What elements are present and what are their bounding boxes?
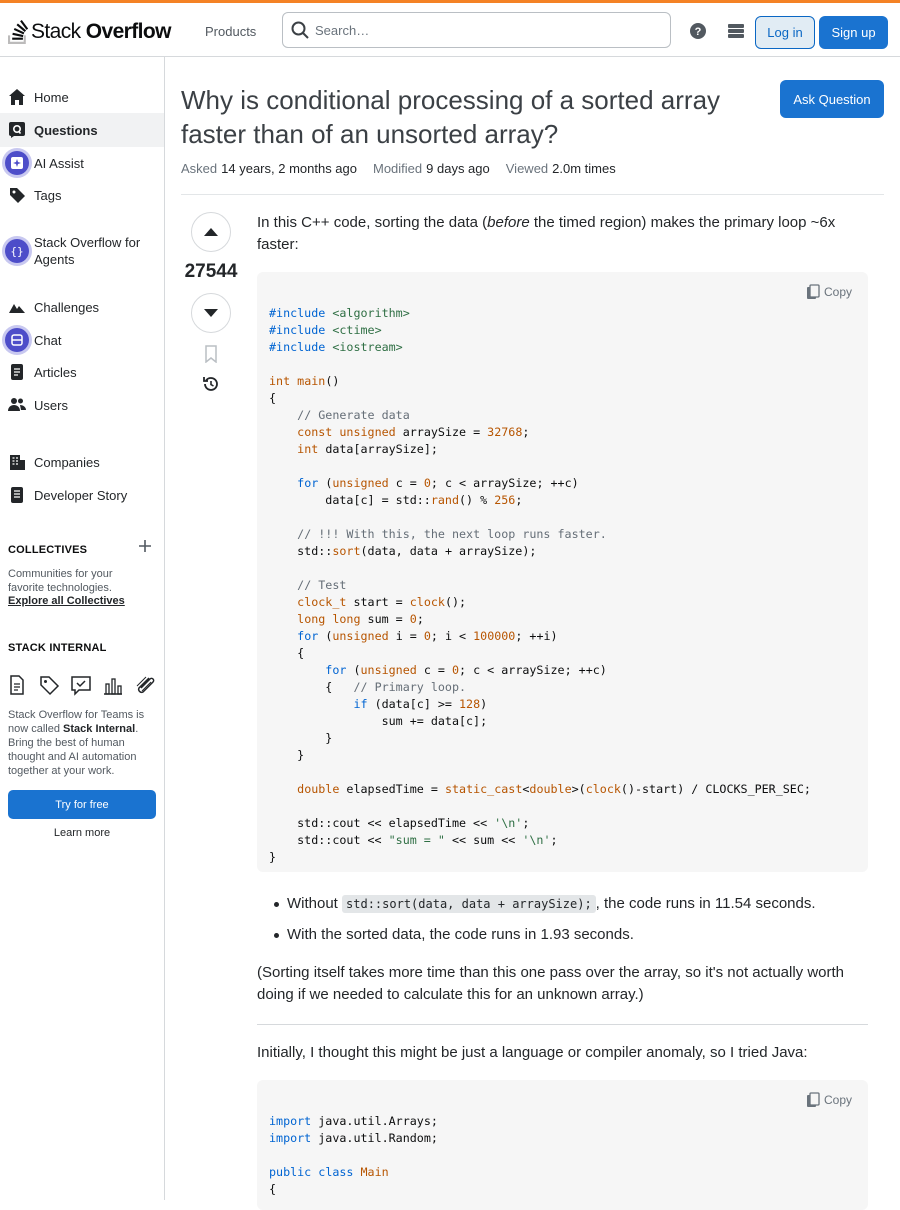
divider xyxy=(257,1024,868,1025)
sidebar-item-label: Users xyxy=(34,397,68,413)
question-paragraph: (Sorting itself takes more time than thi… xyxy=(257,964,845,1003)
articles-icon xyxy=(8,363,26,381)
sidebar-item-label: Chat xyxy=(34,332,62,348)
explore-collectives-link[interactable]: Explore all Collectives xyxy=(8,595,125,607)
java-code: import java.util.Arrays; import java.uti… xyxy=(269,1114,438,1196)
history-icon[interactable] xyxy=(201,374,221,399)
cpp-code: #include <algorithm> #include <ctime> #i… xyxy=(269,306,811,864)
divider xyxy=(181,194,884,195)
stack-overflow-logo-icon xyxy=(8,20,28,44)
sidebar-item-label: Home xyxy=(34,89,69,105)
collectives-title: COLLECTIVES xyxy=(8,544,88,556)
sidebar-item-questions[interactable]: Questions xyxy=(0,113,164,147)
svg-text:{}: {} xyxy=(10,245,23,258)
java-code-block[interactable]: Copy import java.util.Arrays; import jav… xyxy=(257,1080,868,1210)
try-for-free-button[interactable]: Try for free xyxy=(8,790,156,819)
copy-button[interactable]: Copy xyxy=(806,1092,852,1108)
sidebar-item-companies[interactable]: Companies xyxy=(0,446,164,478)
chat-icon xyxy=(5,328,29,352)
bar-chart-icon xyxy=(104,678,122,695)
questions-icon xyxy=(8,121,26,139)
stack-internal-title: STACK INTERNAL xyxy=(8,642,107,654)
question-title[interactable]: Why is conditional processing of a sorte… xyxy=(181,83,761,151)
arrow-down-icon xyxy=(204,309,218,317)
signup-button[interactable]: Sign up xyxy=(819,16,888,49)
sidebar-item-label: Tags xyxy=(34,187,62,203)
users-icon xyxy=(8,396,26,414)
companies-icon xyxy=(8,453,26,471)
ask-question-button[interactable]: Ask Question xyxy=(780,80,884,118)
arrow-up-icon xyxy=(204,228,218,236)
home-icon xyxy=(8,88,26,106)
add-collective-icon[interactable] xyxy=(138,539,152,553)
list-item: With the sorted data, the code runs in 1… xyxy=(273,924,816,955)
cpp-code-block[interactable]: Copy #include <algorithm> #include <ctim… xyxy=(257,272,868,872)
sidebar-item-tags[interactable]: Tags xyxy=(0,179,164,211)
downvote-button[interactable] xyxy=(191,293,231,333)
svg-text:?: ? xyxy=(695,26,702,38)
site-switcher-icon[interactable] xyxy=(725,20,747,42)
tag-outline-icon xyxy=(40,676,60,696)
copy-icon xyxy=(806,284,820,299)
products-menu[interactable]: Products xyxy=(194,20,267,44)
modified-info[interactable]: Modified 9 days ago xyxy=(373,161,490,176)
sidebar-item-label: Articles xyxy=(34,364,77,380)
sidebar-item-label: Companies xyxy=(34,454,100,470)
question-intro: In this C++ code, sorting the data (befo… xyxy=(257,214,836,253)
viewed-info: Viewed 2.0m times xyxy=(505,161,616,176)
sidebar-item-label: Developer Story xyxy=(34,487,128,503)
sidebar-item-challenges[interactable]: Challenges xyxy=(0,291,164,323)
search-icon xyxy=(291,21,309,39)
left-sidebar: Home Questions AI Assist Tags {} Stack O… xyxy=(0,57,165,1200)
sidebar-item-chat[interactable]: Chat xyxy=(0,324,164,356)
copy-button[interactable]: Copy xyxy=(806,284,852,300)
sidebar-item-developer-story[interactable]: Developer Story xyxy=(0,479,164,511)
developer-story-icon xyxy=(8,486,26,504)
sidebar-item-agents[interactable]: {} Stack Overflow for Agents xyxy=(0,231,164,271)
stack-internal-description: Stack Overflow for Teams is now called S… xyxy=(8,709,145,777)
asked-info: Asked 14 years, 2 months ago xyxy=(181,161,357,176)
sidebar-item-label: AI Assist xyxy=(34,155,84,171)
question-meta: Asked 14 years, 2 months ago Modified 9 da… xyxy=(181,161,616,176)
search-input[interactable]: Search… xyxy=(282,12,671,48)
document-icon xyxy=(10,675,24,695)
question-paragraph: Initially, I thought this might be just … xyxy=(257,1044,808,1061)
sidebar-item-label: Stack Overflow for Agents xyxy=(34,235,141,267)
vote-count: 27544 xyxy=(184,261,238,282)
learn-more-link[interactable]: Learn more xyxy=(8,827,156,839)
list-item: Without std::sort(data, data + arraySize… xyxy=(273,893,816,924)
help-icon[interactable]: ? xyxy=(687,20,709,42)
sidebar-item-ai-assist[interactable]: AI Assist xyxy=(0,147,164,179)
top-bar: Stack Overflow Products Search… ? Log in… xyxy=(0,0,900,57)
collectives-description: Communities for your favorite technologi… xyxy=(8,568,113,594)
sidebar-item-home[interactable]: Home xyxy=(0,81,164,113)
tag-icon xyxy=(8,186,26,204)
upvote-button[interactable] xyxy=(191,212,231,252)
bookmark-icon[interactable] xyxy=(203,345,219,368)
search-placeholder: Search… xyxy=(315,22,370,38)
agents-icon: {} xyxy=(5,239,29,263)
paperclip-icon xyxy=(136,676,155,694)
stack-overflow-logo[interactable]: Stack Overflow xyxy=(8,17,171,47)
sidebar-item-label: Challenges xyxy=(34,299,100,315)
stack-internal-icons xyxy=(6,674,156,696)
ai-assist-icon xyxy=(5,151,29,175)
logo-text: Stack Overflow xyxy=(31,20,171,43)
sidebar-item-articles[interactable]: Articles xyxy=(0,356,164,388)
login-button[interactable]: Log in xyxy=(755,16,815,49)
timing-list: Without std::sort(data, data + arraySize… xyxy=(273,893,816,955)
question-box-icon xyxy=(71,676,91,696)
main-content: Why is conditional processing of a sorte… xyxy=(165,57,900,1210)
sidebar-item-users[interactable]: Users xyxy=(0,389,164,421)
sidebar-item-label: Questions xyxy=(34,122,98,138)
challenges-icon xyxy=(8,298,26,316)
copy-icon xyxy=(806,1092,820,1107)
